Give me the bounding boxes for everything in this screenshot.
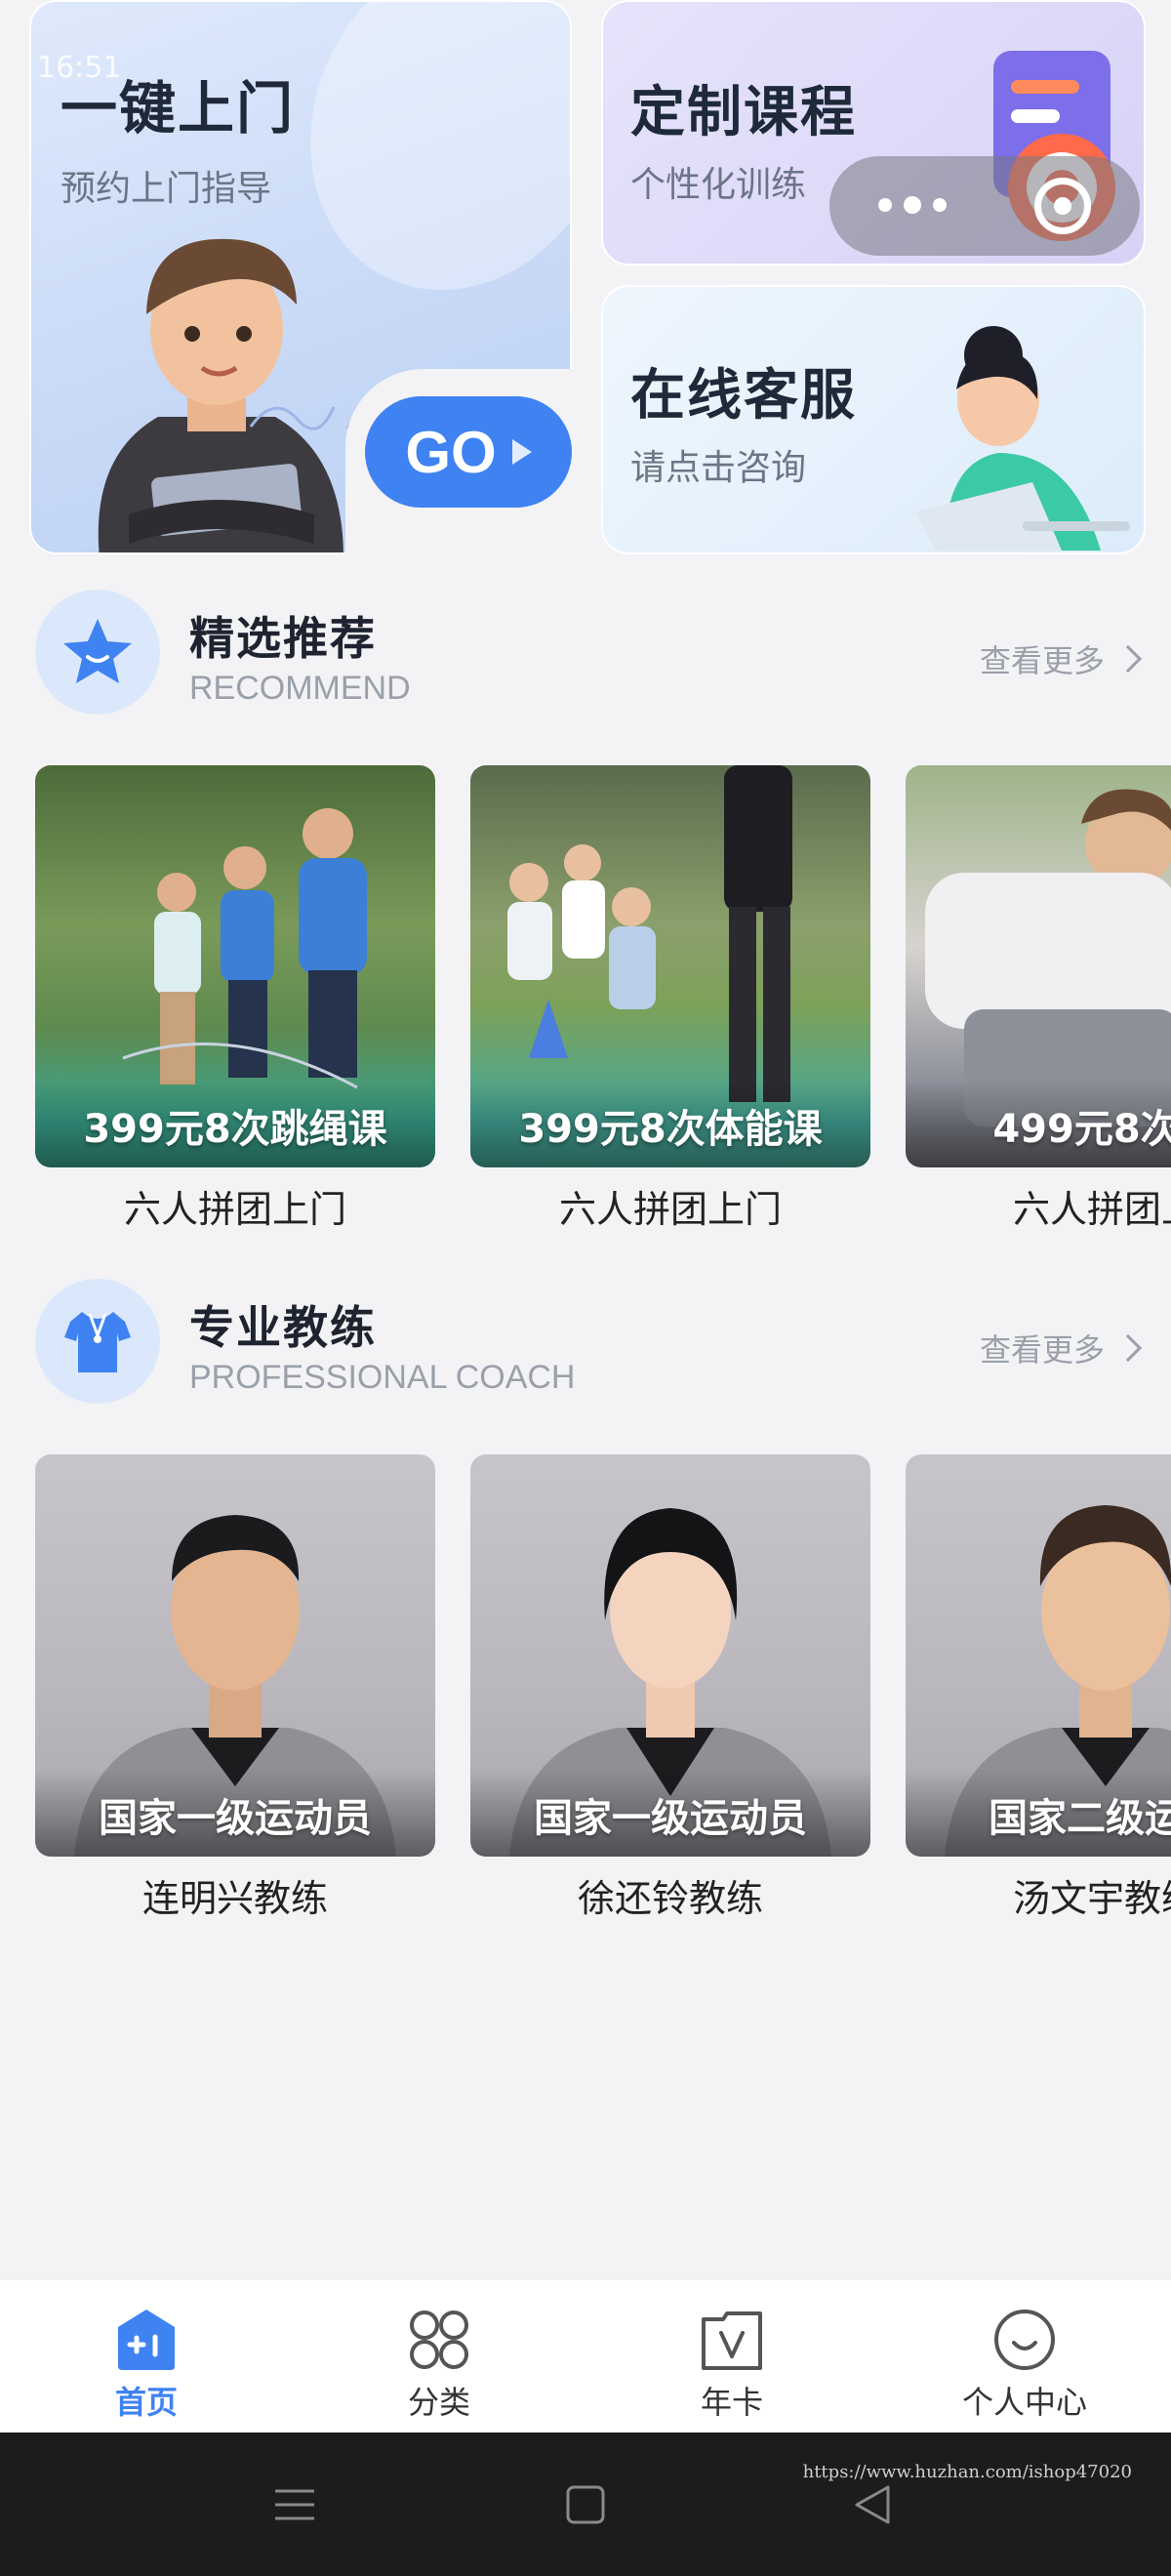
go-button-label: GO (405, 419, 497, 485)
status-bar-time: 16:51 (37, 51, 122, 85)
coach-subtitle-en: PROFESSIONAL COACH (189, 1359, 576, 1396)
online-service-title: 在线客服 (630, 364, 857, 428)
coach-item-name: 汤文宇教练 (1012, 1877, 1171, 1920)
recommend-item-image: 499元8次轮 (906, 765, 1171, 1167)
close-target-icon[interactable] (1034, 178, 1091, 234)
tab-profile-label: 个人中心 (961, 2384, 1087, 2421)
recommend-item-name: 六人拼团上 (1012, 1188, 1171, 1231)
coach-item[interactable]: 国家一级运动员 连明兴教练 (35, 1454, 435, 1922)
custom-course-title: 定制课程 (630, 81, 857, 144)
coach-item-caption: 国家一级运动员 (99, 1796, 372, 1841)
coach-section-header: 专业教练 PROFESSIONAL COACH 查看更多 (35, 1279, 1143, 1406)
online-service-subtitle: 请点击咨询 (630, 448, 807, 488)
tab-home-label: 首页 (114, 2384, 178, 2421)
watermark-text: https://www.huzhan.com/ishop47020 (802, 2462, 1132, 2482)
online-service-card[interactable]: 在线客服 请点击咨询 (601, 285, 1146, 554)
back-triangle-icon[interactable] (851, 2483, 894, 2526)
recommend-item[interactable]: 399元8次体能课 六人拼团上门 (470, 765, 870, 1233)
recommend-item-caption: 499元8次轮 (992, 1107, 1171, 1152)
recommend-title: 精选推荐 (189, 612, 377, 665)
card-v-icon (702, 2311, 762, 2370)
recommend-item-caption: 399元8次体能课 (518, 1107, 823, 1152)
coach-more-link[interactable]: 查看更多 (979, 1326, 1143, 1370)
recommend-list: 399元8次跳绳课 六人拼团上门 399元8次体能课 六人拼团上门 499元8次… (35, 765, 1171, 1253)
system-navigation-bar: https://www.huzhan.com/ishop47020 (0, 2433, 1171, 2576)
coach-item-image: 国家二级运动 (906, 1454, 1171, 1857)
star-badge-icon (35, 590, 160, 715)
coach-item[interactable]: 国家二级运动 汤文宇教练 (906, 1454, 1171, 1922)
home-visit-subtitle: 预约上门指导 (61, 169, 272, 209)
go-button[interactable]: GO (365, 396, 572, 508)
recommend-item-name: 六人拼团上门 (558, 1188, 782, 1231)
coach-title: 专业教练 (189, 1301, 377, 1354)
coach-more-label: 查看更多 (979, 1331, 1105, 1369)
coach-item-caption: 国家二级运动 (989, 1796, 1171, 1841)
coach-item-image: 国家一级运动员 (470, 1454, 870, 1857)
recommend-subtitle-en: RECOMMEND (189, 670, 411, 707)
recommend-item-image: 399元8次体能课 (470, 765, 870, 1167)
bottom-tab-bar: 首页 分类 年卡 个人中心 (0, 2280, 1171, 2433)
play-arrow-icon (511, 439, 532, 465)
recommend-more-link[interactable]: 查看更多 (979, 636, 1143, 681)
custom-course-subtitle: 个性化训练 (630, 165, 807, 205)
tshirt-badge-icon (35, 1279, 160, 1404)
coach-item-name: 徐还铃教练 (577, 1877, 763, 1920)
recommend-item-name: 六人拼团上门 (123, 1188, 346, 1231)
tab-annual-card-label: 年卡 (700, 2384, 763, 2421)
menu-icon[interactable] (273, 2483, 316, 2526)
recommend-item[interactable]: 399元8次跳绳课 六人拼团上门 (35, 765, 435, 1233)
grid-icon (410, 2310, 468, 2369)
tab-home[interactable]: 首页 (0, 2280, 293, 2433)
recommend-section-header: 精选推荐 RECOMMEND 查看更多 (35, 590, 1143, 716)
coach-item[interactable]: 国家一级运动员 徐还铃教练 (470, 1454, 870, 1922)
home-square-icon[interactable] (564, 2483, 607, 2526)
chevron-right-icon (1113, 644, 1143, 674)
recommend-item-image: 399元8次跳绳课 (35, 765, 435, 1167)
coach-item-caption: 国家一级运动员 (534, 1796, 807, 1841)
recommend-item-caption: 399元8次跳绳课 (83, 1107, 387, 1152)
mini-program-capsule[interactable] (829, 156, 1140, 256)
smile-user-icon (994, 2310, 1055, 2370)
coach-item-image: 国家一级运动员 (35, 1454, 435, 1857)
home-plus-icon (118, 2310, 175, 2370)
coach-list: 国家一级运动员 连明兴教练 国家一级运动员 徐还铃教练 国家二级运 汤文宇教 (35, 1454, 1171, 1942)
tab-category-label: 分类 (407, 2384, 470, 2421)
service-girl-illustration (915, 326, 1130, 551)
recommend-item[interactable]: 499元8次轮 六人拼团上 (906, 765, 1171, 1233)
chevron-right-icon (1113, 1333, 1143, 1363)
tab-annual-card[interactable]: 年卡 (586, 2280, 878, 2433)
more-dots-icon[interactable] (878, 196, 947, 214)
tab-profile[interactable]: 个人中心 (878, 2280, 1171, 2433)
tab-category[interactable]: 分类 (293, 2280, 586, 2433)
coach-item-name: 连明兴教练 (141, 1877, 328, 1920)
recommend-more-label: 查看更多 (979, 642, 1105, 679)
